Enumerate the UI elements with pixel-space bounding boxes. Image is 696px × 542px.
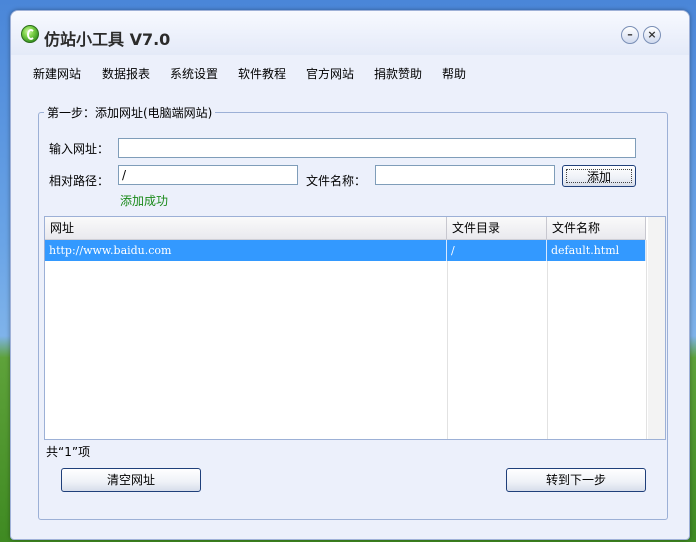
menu-data-report[interactable]: 数据报表 bbox=[102, 65, 150, 82]
cell-file: default.html bbox=[547, 240, 646, 261]
item-count: 共“1”项 bbox=[46, 445, 91, 459]
step-title: 第一步：添加网址(电脑端网站) bbox=[44, 104, 216, 121]
list-scrollbar[interactable] bbox=[648, 217, 665, 439]
column-divider bbox=[447, 240, 448, 439]
column-header-dir[interactable]: 文件目录 bbox=[447, 217, 547, 239]
menu-new-site[interactable]: 新建网站 bbox=[33, 65, 81, 82]
window-title: 仿站小工具 V7.0 bbox=[44, 30, 171, 49]
path-input[interactable] bbox=[118, 165, 298, 185]
status-message: 添加成功 bbox=[120, 194, 169, 208]
menu-official-site[interactable]: 官方网站 bbox=[306, 65, 354, 82]
column-divider bbox=[547, 240, 548, 439]
column-header-file[interactable]: 文件名称 bbox=[547, 217, 646, 239]
filename-input[interactable] bbox=[375, 165, 555, 185]
column-header-url[interactable]: 网址 bbox=[45, 217, 447, 239]
menu-tutorial[interactable]: 软件教程 bbox=[238, 65, 286, 82]
close-icon[interactable]: × bbox=[643, 26, 661, 44]
cell-url: http://www.baidu.com bbox=[45, 240, 447, 261]
url-label: 输入网址： bbox=[49, 142, 110, 156]
clear-urls-button[interactable]: 清空网址 bbox=[61, 468, 201, 492]
path-label: 相对路径： bbox=[49, 174, 110, 188]
list-header: 网址 文件目录 文件名称 bbox=[45, 217, 646, 240]
minimize-icon[interactable]: – bbox=[621, 26, 639, 44]
menu-settings[interactable]: 系统设置 bbox=[170, 65, 218, 82]
next-step-button[interactable]: 转到下一步 bbox=[506, 468, 646, 492]
add-button[interactable]: 添加 bbox=[562, 165, 636, 187]
table-row[interactable]: http://www.baidu.com / default.html bbox=[45, 240, 646, 261]
app-window: 仿站小工具 V7.0 – × 新建网站 数据报表 系统设置 软件教程 官方网站 … bbox=[10, 10, 690, 540]
url-list[interactable]: 网址 文件目录 文件名称 http://www.baidu.com / defa… bbox=[44, 216, 666, 440]
menu-help[interactable]: 帮助 bbox=[442, 65, 466, 82]
menu-donate[interactable]: 捐款赞助 bbox=[374, 65, 422, 82]
add-button-label: 添加 bbox=[566, 169, 632, 184]
title-bar[interactable]: 仿站小工具 V7.0 – × bbox=[11, 11, 689, 55]
app-logo-icon bbox=[21, 25, 39, 43]
column-divider bbox=[646, 240, 647, 439]
url-input[interactable] bbox=[118, 138, 636, 158]
filename-label: 文件名称： bbox=[306, 174, 367, 188]
cell-dir: / bbox=[447, 240, 547, 261]
